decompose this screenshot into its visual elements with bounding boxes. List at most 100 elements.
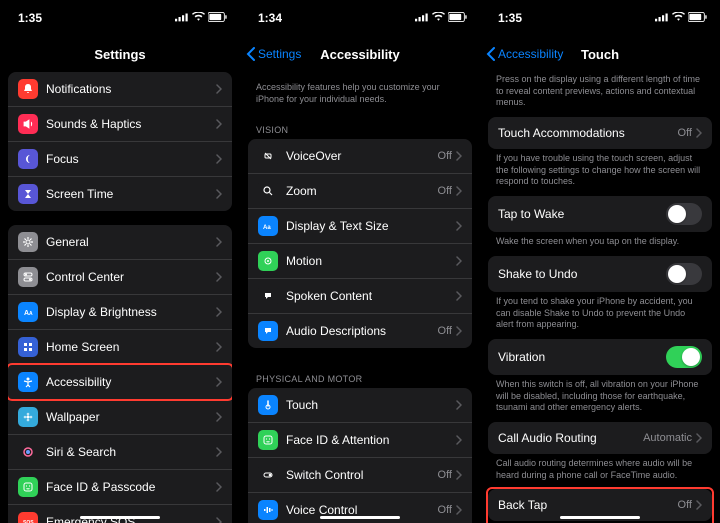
home-indicator[interactable] [80, 516, 160, 519]
settings-row[interactable]: Touch AccommodationsOff [488, 117, 712, 149]
faceid-icon [18, 477, 38, 497]
section-header: PHYSICAL AND MOTOR [248, 362, 472, 388]
back-button[interactable]: Settings [246, 47, 301, 61]
moon-icon [18, 149, 38, 169]
home-indicator[interactable] [320, 516, 400, 519]
settings-row[interactable]: Spoken Content [248, 279, 472, 314]
settings-row[interactable]: Face ID & Passcode [8, 470, 232, 505]
accessibility-content[interactable]: Accessibility features help you customiz… [240, 72, 480, 523]
settings-group: Touch AccommodationsOff [488, 117, 712, 149]
settings-row[interactable]: Focus [8, 142, 232, 177]
row-label: Display & Text Size [286, 219, 456, 233]
row-label: Siri & Search [46, 445, 216, 459]
nav-bar: Accessibility Touch [480, 36, 720, 72]
row-label: VoiceOver [286, 149, 438, 163]
settings-row[interactable]: SOSEmergency SOS [8, 505, 232, 523]
settings-row[interactable]: Aa Display & Text Size [248, 209, 472, 244]
settings-row[interactable]: Tap to Wake [488, 196, 712, 232]
row-label: Home Screen [46, 340, 216, 354]
settings-row[interactable]: Wallpaper [8, 400, 232, 435]
settings-row[interactable]: Face ID & Attention [248, 423, 472, 458]
chevron-right-icon [216, 447, 222, 457]
chevron-right-icon [696, 128, 702, 138]
settings-row[interactable]: Audio DescriptionsOff [248, 314, 472, 348]
settings-row[interactable]: Sounds & Haptics [8, 107, 232, 142]
sos-icon: SOS [18, 512, 38, 523]
home-indicator[interactable] [560, 516, 640, 519]
phone-settings: 1:35 Settings NotificationsSounds & Hapt… [0, 0, 240, 523]
nav-title: Accessibility [320, 47, 400, 62]
siri-icon [18, 442, 38, 462]
settings-row[interactable]: Motion [248, 244, 472, 279]
settings-group: Call Audio RoutingAutomatic [488, 422, 712, 454]
zoom-icon [258, 181, 278, 201]
toggle-switch[interactable] [666, 203, 702, 225]
status-time: 1:35 [498, 11, 522, 25]
chevron-right-icon [216, 237, 222, 247]
settings-content[interactable]: Notifications Sounds & Haptics Focus Screen… [0, 72, 240, 523]
wifi-icon [192, 11, 205, 25]
row-wrapper: VibrationWhen this switch is off, all vi… [488, 339, 712, 422]
settings-row[interactable]: General [8, 225, 232, 260]
chevron-right-icon [216, 377, 222, 387]
settings-row[interactable]: Accessibility [8, 365, 232, 400]
chevron-right-icon [216, 412, 222, 422]
row-value: Automatic [643, 432, 692, 444]
back-button[interactable]: Accessibility [486, 47, 563, 61]
note-text: If you tend to shake your iPhone by acci… [488, 292, 712, 339]
row-value: Off [678, 499, 692, 511]
settings-row[interactable]: Shake to Undo [488, 256, 712, 292]
settings-row[interactable]: Vibration [488, 339, 712, 375]
row-label: Vibration [498, 350, 666, 364]
note-text: If you have trouble using the touch scre… [488, 149, 712, 196]
settings-row[interactable]: Home Screen [8, 330, 232, 365]
settings-row[interactable]: Notifications [8, 72, 232, 107]
row-label: Audio Descriptions [286, 324, 438, 338]
row-value: Off [438, 504, 452, 516]
settings-row[interactable]: Switch ControlOff [248, 458, 472, 493]
chevron-right-icon [696, 500, 702, 510]
settings-group: VoiceOverOffZoomOffAaDisplay & Text Size… [248, 139, 472, 348]
settings-row[interactable]: ZoomOff [248, 174, 472, 209]
touch-content[interactable]: Press on the display using a different l… [480, 72, 720, 523]
svg-text:A: A [29, 311, 33, 317]
row-label: Notifications [46, 82, 216, 96]
settings-row[interactable]: Touch [248, 388, 472, 423]
toggle-switch[interactable] [666, 346, 702, 368]
phone-accessibility: 1:34 Settings Accessibility Accessibilit… [240, 0, 480, 523]
settings-row[interactable]: AADisplay & Brightness [8, 295, 232, 330]
row-label: Sounds & Haptics [46, 117, 216, 131]
chevron-right-icon [216, 272, 222, 282]
row-wrapper: Shake to UndoIf you tend to shake your i… [488, 256, 712, 339]
battery-icon [448, 11, 468, 25]
chevron-right-icon [456, 326, 462, 336]
row-value: Off [438, 325, 452, 337]
chevron-right-icon [216, 517, 222, 523]
status-time: 1:35 [18, 11, 42, 25]
voiceover-icon [258, 146, 278, 166]
section-header: VISION [248, 113, 472, 139]
row-value: Off [678, 127, 692, 139]
settings-group: TouchFace ID & AttentionSwitch ControlOf… [248, 388, 472, 523]
grid-icon [18, 337, 38, 357]
wifi-icon [432, 11, 445, 25]
settings-row[interactable]: Call Audio RoutingAutomatic [488, 422, 712, 454]
settings-row[interactable]: Siri & Search [8, 435, 232, 470]
chevron-right-icon [696, 433, 702, 443]
toggle-switch[interactable] [666, 263, 702, 285]
chevron-right-icon [216, 189, 222, 199]
settings-group: Shake to Undo [488, 256, 712, 292]
settings-row[interactable]: Screen Time [8, 177, 232, 211]
settings-group: GeneralControl CenterAADisplay & Brightn… [8, 225, 232, 523]
nav-title: Touch [581, 47, 619, 62]
row-value: Off [438, 469, 452, 481]
settings-group: Vibration [488, 339, 712, 375]
settings-row[interactable]: VoiceOverOff [248, 139, 472, 174]
phone-touch: 1:35 Accessibility Touch Press on the di… [480, 0, 720, 523]
battery-icon [208, 11, 228, 25]
settings-row[interactable]: Control Center [8, 260, 232, 295]
row-label: Focus [46, 152, 216, 166]
row-label: Motion [286, 254, 456, 268]
svg-text:Aa: Aa [263, 225, 271, 231]
chevron-right-icon [456, 400, 462, 410]
